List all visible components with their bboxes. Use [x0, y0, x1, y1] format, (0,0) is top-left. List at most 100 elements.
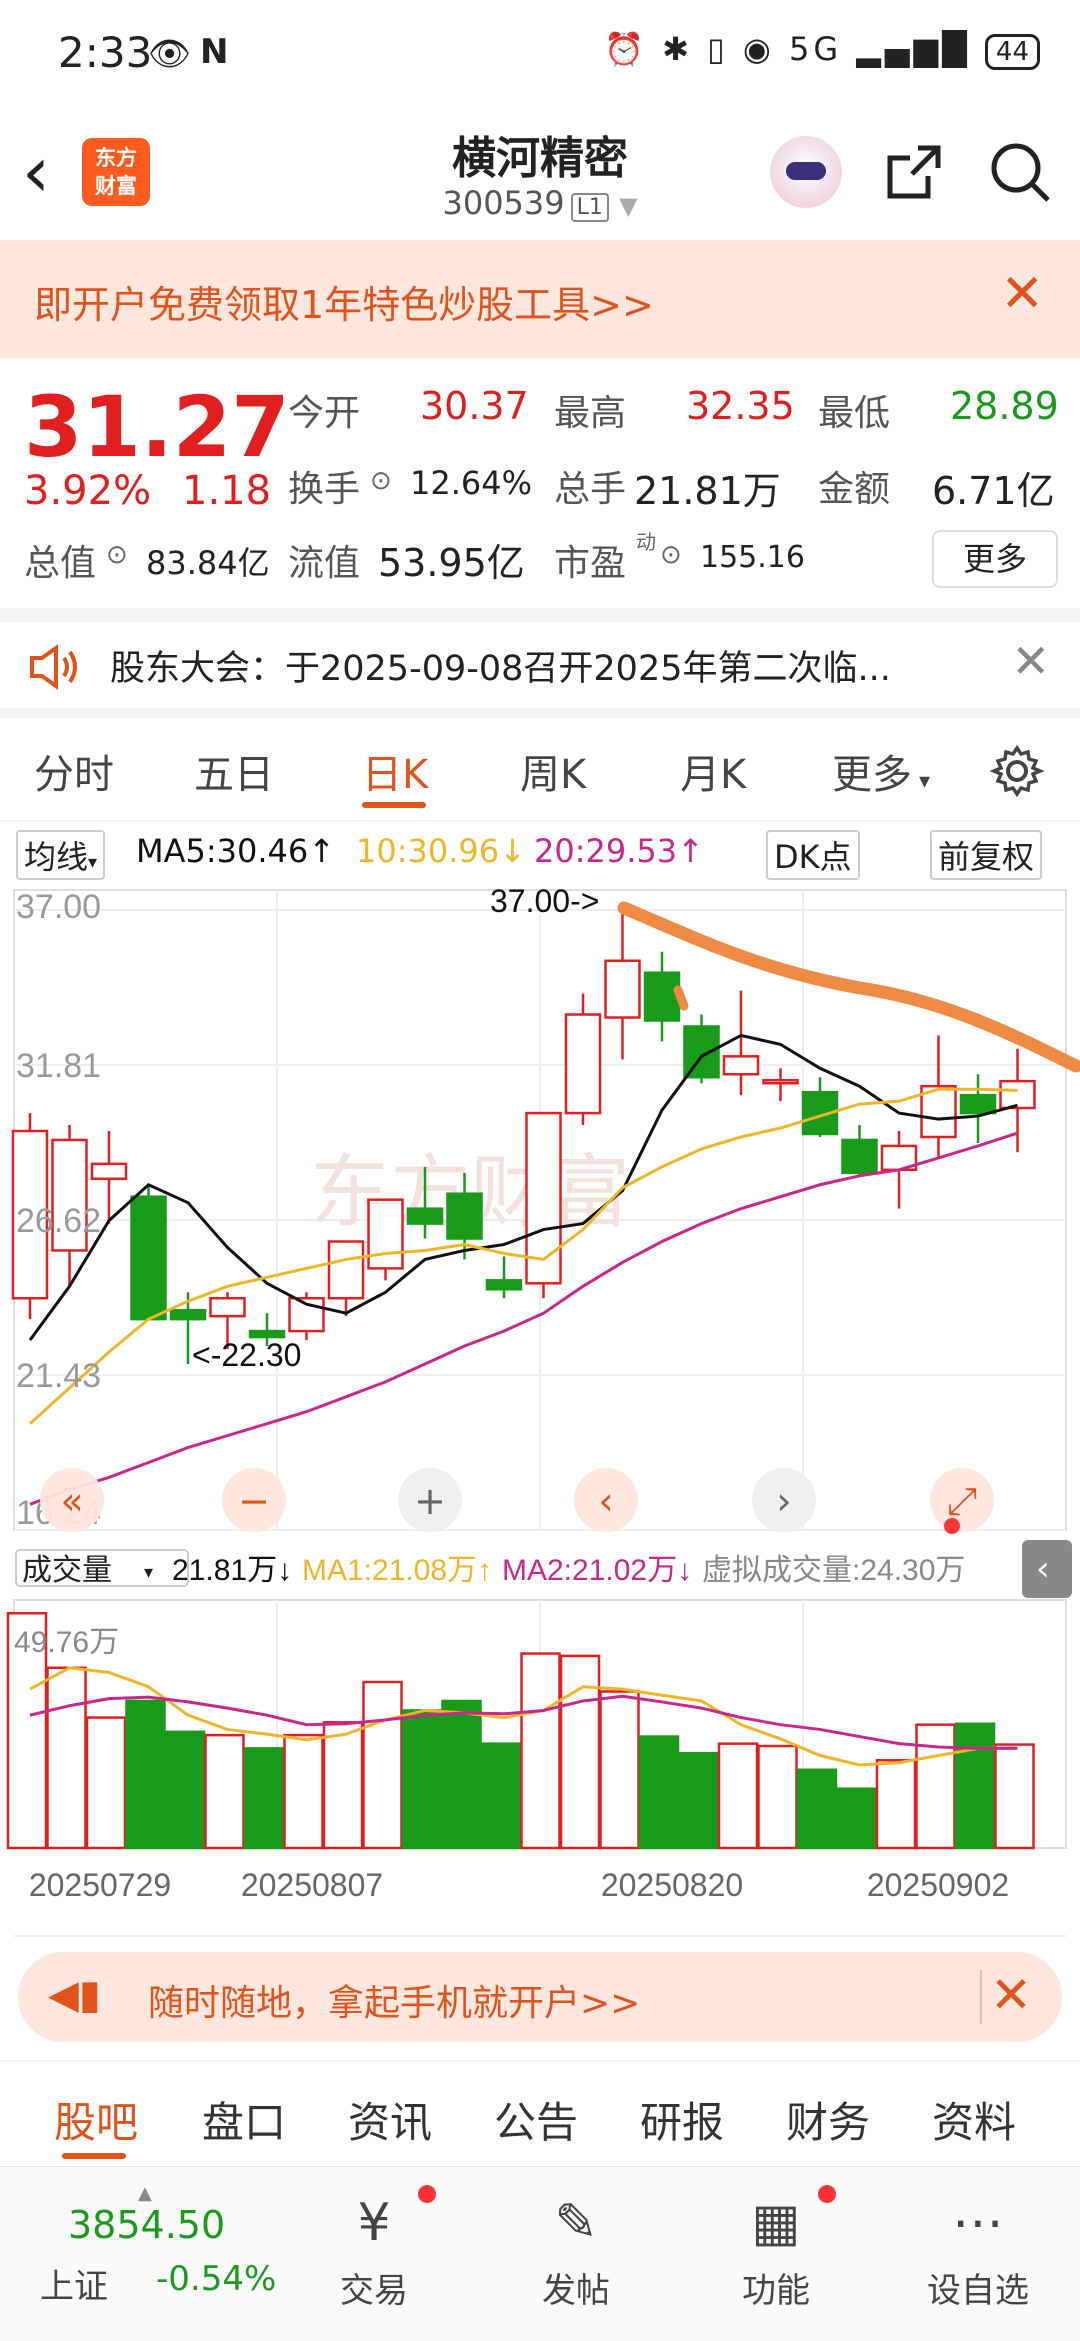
active-tab-indicator — [62, 2153, 126, 2159]
nav-add-watchlist[interactable]: ⋯ 设自选 — [918, 2193, 1038, 2312]
volume-bar — [322, 1721, 364, 1850]
divider — [0, 608, 1080, 622]
tab-five-day[interactable]: 五日 — [194, 742, 274, 800]
volume-bar — [757, 1744, 798, 1850]
open-account-ad[interactable]: ◀▮ 随时随地，拿起手机就开户>> ✕ — [18, 1952, 1062, 2042]
tab-guba[interactable]: 股吧 — [54, 2089, 138, 2150]
tab-weekly-k[interactable]: 周K — [520, 742, 586, 800]
price-adjust-button[interactable]: 前复权 — [930, 830, 1043, 880]
high-value: 32.35 — [686, 384, 795, 428]
candle — [604, 910, 641, 1060]
ma10-value: 10:30.96↓ — [356, 832, 526, 870]
volume-chart[interactable]: 成交量 ▾ 21.81万↓ MA1:21.08万↑ MA2:21.02万↓ 虚拟… — [0, 1540, 1080, 1940]
turnover-value: 12.64% — [410, 464, 533, 502]
tab-more[interactable]: 更多 ▾ — [832, 742, 930, 800]
active-tab-indicator — [362, 802, 426, 808]
info-icon[interactable]: ⊙ — [370, 466, 392, 496]
index-name: 上证 — [40, 2267, 108, 2307]
share-icon[interactable] — [884, 142, 944, 202]
svg-text:−: − — [238, 1479, 270, 1523]
x-tick-label: 20250807 — [241, 1867, 383, 1903]
y-tick-label: 26.62 — [16, 1202, 101, 1240]
eye-icon: 👁 — [148, 34, 192, 74]
battery-indicator: 44 — [984, 34, 1040, 70]
y-tick-label: 31.81 — [16, 1047, 101, 1085]
tab-monthly-k[interactable]: 月K — [680, 742, 746, 800]
kline-chart[interactable]: 东方财富 37.0031.8126.6221.4316.24 37.00-> <… — [0, 880, 1080, 1540]
tab-research[interactable]: 研报 — [640, 2089, 724, 2150]
candle-body — [683, 1025, 720, 1079]
tab-announcements[interactable]: 公告 — [494, 2089, 578, 2150]
open-label: 今开 — [288, 393, 361, 434]
nav-post[interactable]: ✎ 发帖 — [516, 2193, 636, 2312]
y-tick-label: 37.00 — [16, 888, 101, 926]
info-icon[interactable]: ⊙ — [106, 540, 128, 570]
candle-body — [169, 1308, 207, 1321]
period-tabs: 分时 五日 日K 周K 月K 更多 ▾ — [0, 720, 1080, 821]
volume-selector-label: 成交量 — [22, 1554, 112, 1587]
close-icon[interactable]: ✕ — [990, 1966, 1032, 2024]
candle — [485, 1256, 523, 1299]
tab-order-book[interactable]: 盘口 — [202, 2089, 286, 2150]
pan-left-icon[interactable]: ‹ — [574, 1468, 638, 1532]
search-icon[interactable] — [988, 140, 1052, 204]
candle-body — [446, 1192, 483, 1240]
candle-body — [999, 1079, 1036, 1110]
chevron-left-icon: ‹ — [1036, 1549, 1050, 1589]
svg-text:+: + — [414, 1479, 446, 1523]
account-promo-banner[interactable]: 即开户免费领取1年特色炒股工具>> ✕ — [0, 240, 1080, 358]
zoom-reset-icon[interactable]: « — [40, 1468, 104, 1532]
nav-functions[interactable]: ▦ 功能 — [716, 2193, 836, 2312]
more-button[interactable]: 更多 — [932, 530, 1058, 588]
tab-daily-k[interactable]: 日K — [362, 742, 428, 800]
ma-selector-label: 均线 — [24, 838, 89, 876]
notice-bar[interactable]: 股东大会：于2025-09-08召开2025年第二次临... ✕ — [0, 622, 1080, 712]
pe-label: 市盈 — [554, 543, 627, 584]
zoom-in-icon[interactable]: + — [398, 1468, 462, 1532]
candle-body — [841, 1138, 878, 1175]
candle-body — [959, 1093, 997, 1115]
candle-body — [327, 1240, 365, 1300]
close-icon[interactable]: ✕ — [1011, 634, 1050, 688]
nav-trade[interactable]: ¥ 交易 — [314, 2193, 434, 2312]
tab-finance[interactable]: 财务 — [786, 2089, 870, 2150]
divider — [0, 708, 1080, 718]
notice-text: 股东大会：于2025-09-08召开2025年第二次临... — [110, 649, 891, 689]
volume-bars-group — [6, 1611, 1035, 1850]
assistant-robot-icon[interactable] — [770, 136, 842, 208]
dk-point-button[interactable]: DK点 — [766, 830, 860, 880]
volume-bar — [994, 1743, 1035, 1850]
tab-profile[interactable]: 资料 — [932, 2089, 1016, 2150]
fullscreen-icon[interactable]: ⤢ — [930, 1468, 994, 1532]
candle — [525, 1111, 562, 1299]
chevron-down-icon: ▾ — [144, 1562, 153, 1583]
candle — [920, 1035, 957, 1158]
close-icon[interactable]: ✕ — [1000, 264, 1044, 324]
volume-label: 总手 — [554, 469, 627, 510]
ma-selector[interactable]: 均线▾ — [16, 830, 106, 880]
x-axis-labels: 20250729 20250807 20250820 20250902 — [14, 1867, 1066, 1937]
quote-panel: 31.27 3.92% 1.18 今开 30.37 最高 32.35 最低 28… — [0, 358, 1080, 608]
status-bar: 2:33 👁 N ⏰ ✱ ▯ ◉ 5G ▂▄▆█ 44 — [0, 0, 1080, 100]
volume-ma1: MA1:21.08万↑ — [302, 1554, 492, 1587]
candle-body — [367, 1198, 404, 1270]
info-icon[interactable]: ⊙ — [660, 540, 682, 570]
tab-intraday[interactable]: 分时 — [34, 742, 114, 800]
candle-body — [564, 1013, 602, 1115]
volume-bar — [875, 1759, 917, 1850]
current-price: 31.27 — [24, 378, 290, 476]
nav-post-label: 发帖 — [542, 2271, 610, 2311]
volume-bar — [164, 1730, 206, 1850]
candle-body — [604, 959, 641, 1019]
zoom-out-icon[interactable]: − — [222, 1468, 286, 1532]
pan-right-icon[interactable]: › — [752, 1468, 816, 1532]
status-icons: ⏰ ✱ ▯ ◉ 5G ▂▄▆█ 44 — [604, 30, 1040, 70]
tab-news[interactable]: 资讯 — [348, 2089, 432, 2150]
total-value-label: 总值 — [24, 543, 97, 584]
amount-label: 金额 — [818, 469, 891, 510]
x-tick-label: 20250820 — [601, 1867, 743, 1903]
settings-gear-icon[interactable] — [990, 744, 1044, 798]
index-value: 3854.50 — [68, 2203, 226, 2247]
svg-text:«: « — [60, 1479, 83, 1523]
change-percent: 3.92% — [24, 468, 152, 514]
